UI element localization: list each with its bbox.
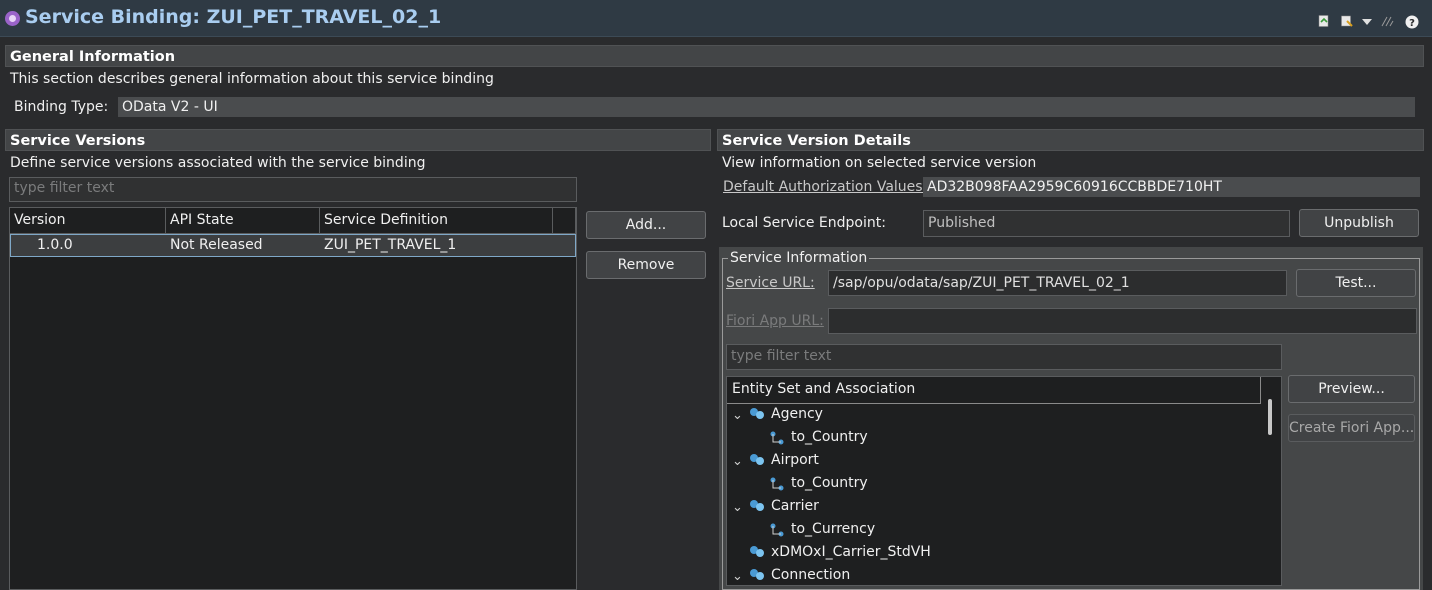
chevron-down-icon[interactable]: ⌄ [732,501,744,514]
entity-set-icon [750,546,764,557]
version-cell: 1.0.0 [37,237,73,253]
service-versions-header: Service Versions [5,129,711,151]
tree-item-label: xDMOxI_Carrier_StdVH [771,544,931,560]
association-icon [770,477,784,491]
activate-icon[interactable] [1341,15,1353,27]
binding-type-label: Binding Type: [14,99,109,115]
local-service-endpoint-label: Local Service Endpoint: [722,215,886,231]
entity-tree: Entity Set and Association ⌄ Agency to_C… [726,376,1282,586]
tree-scrollbar-thumb[interactable] [1268,399,1272,435]
tree-item-entity[interactable]: ⌄ Airport [727,450,1261,472]
entity-set-icon [750,454,764,465]
chevron-down-icon[interactable]: ⌄ [732,409,744,422]
tree-item-association[interactable]: to_Country [727,473,1261,495]
entity-set-icon [750,569,764,580]
sync-icon[interactable] [1381,16,1394,27]
column-header-filler [553,208,576,234]
entity-tree-header: Entity Set and Association [727,377,1261,404]
versions-filter-input[interactable]: type filter text [9,177,577,202]
remove-button[interactable]: Remove [586,251,706,279]
tree-item-label: Agency [771,406,823,422]
service-information-label: Service Information [728,250,870,266]
svg-text:?: ? [1409,18,1415,29]
api-state-cell: Not Released [170,237,263,253]
fiori-app-url-field[interactable] [828,308,1417,334]
unpublish-button[interactable]: Unpublish [1299,209,1419,237]
general-information-header: General Information [5,45,1424,67]
chevron-down-icon[interactable]: ⌄ [732,455,744,468]
tree-item-label: to_Country [791,475,868,491]
test-button[interactable]: Test... [1296,269,1416,297]
refresh-document-icon[interactable] [1318,15,1330,27]
column-header-api-state[interactable]: API State [166,208,320,234]
default-authorization-link[interactable]: Default Authorization Values: [723,179,927,195]
service-versions-description: Define service versions associated with … [10,155,426,171]
service-definition-cell: ZUI_PET_TRAVEL_1 [324,237,457,253]
service-version-details-header: Service Version Details [717,129,1424,151]
entity-set-icon [750,500,764,511]
tree-item-label: Airport [771,452,819,468]
service-url-field[interactable]: /sap/opu/odata/sap/ZUI_PET_TRAVEL_02_1 [828,270,1287,296]
tree-item-association[interactable]: to_Currency [727,519,1261,541]
tree-item-label: Carrier [771,498,819,514]
tree-item-entity[interactable]: ⌄ Agency [727,404,1261,426]
service-binding-icon [5,11,20,26]
chevron-down-icon[interactable] [1362,19,1372,25]
help-icon[interactable]: ? [1405,15,1419,29]
tree-item-label: to_Country [791,429,868,445]
general-description: This section describes general informati… [10,71,494,87]
binding-type-field: OData V2 - UI [118,97,1415,117]
tree-item-entity[interactable]: xDMOxI_Carrier_StdVH [727,542,1261,564]
association-icon [770,431,784,445]
tree-item-association[interactable]: to_Country [727,427,1261,449]
association-icon [770,523,784,537]
table-row[interactable]: 1.0.0 Not Released ZUI_PET_TRAVEL_1 [10,234,576,257]
tree-item-entity[interactable]: ⌄ Carrier [727,496,1261,518]
column-header-version[interactable]: Version [10,208,166,234]
tree-item-label: to_Currency [791,521,876,537]
editor-title-bar: Service Binding: ZUI_PET_TRAVEL_02_1 ? [0,0,1432,37]
endpoint-status-field: Published [923,210,1290,237]
column-header-service-definition[interactable]: Service Definition [320,208,553,234]
authorization-value-field: AD32B098FAA2959C60916CCBBDE710HT [923,177,1420,197]
add-button[interactable]: Add... [586,211,706,239]
service-version-details-description: View information on selected service ver… [722,155,1037,171]
chevron-down-icon[interactable]: ⌄ [732,570,744,583]
entity-filter-input[interactable]: type filter text [726,344,1282,370]
fiori-app-url-link[interactable]: Fiori App URL: [726,313,824,329]
versions-table: Version API State Service Definition 1.0… [9,207,577,590]
editor-title: Service Binding: ZUI_PET_TRAVEL_02_1 [25,6,442,28]
service-url-link[interactable]: Service URL: [726,275,815,291]
entity-set-icon [750,408,764,419]
tree-item-entity[interactable]: ⌄ Connection [727,565,1261,585]
preview-button[interactable]: Preview... [1288,375,1415,403]
tree-item-label: Connection [771,567,851,583]
create-fiori-app-button[interactable]: Create Fiori App... [1288,414,1415,442]
